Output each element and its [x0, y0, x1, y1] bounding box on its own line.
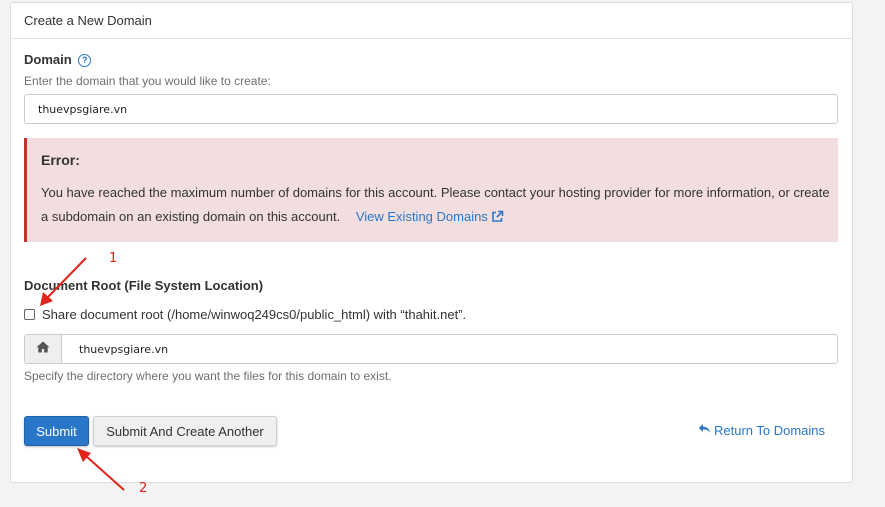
annotation-marker-1: 1: [109, 251, 118, 266]
annotation-arrow-1: [40, 257, 87, 306]
annotation-marker-2: 2: [139, 481, 148, 496]
annotation-arrow-2: [77, 448, 125, 491]
annotation-arrows: [40, 257, 125, 491]
